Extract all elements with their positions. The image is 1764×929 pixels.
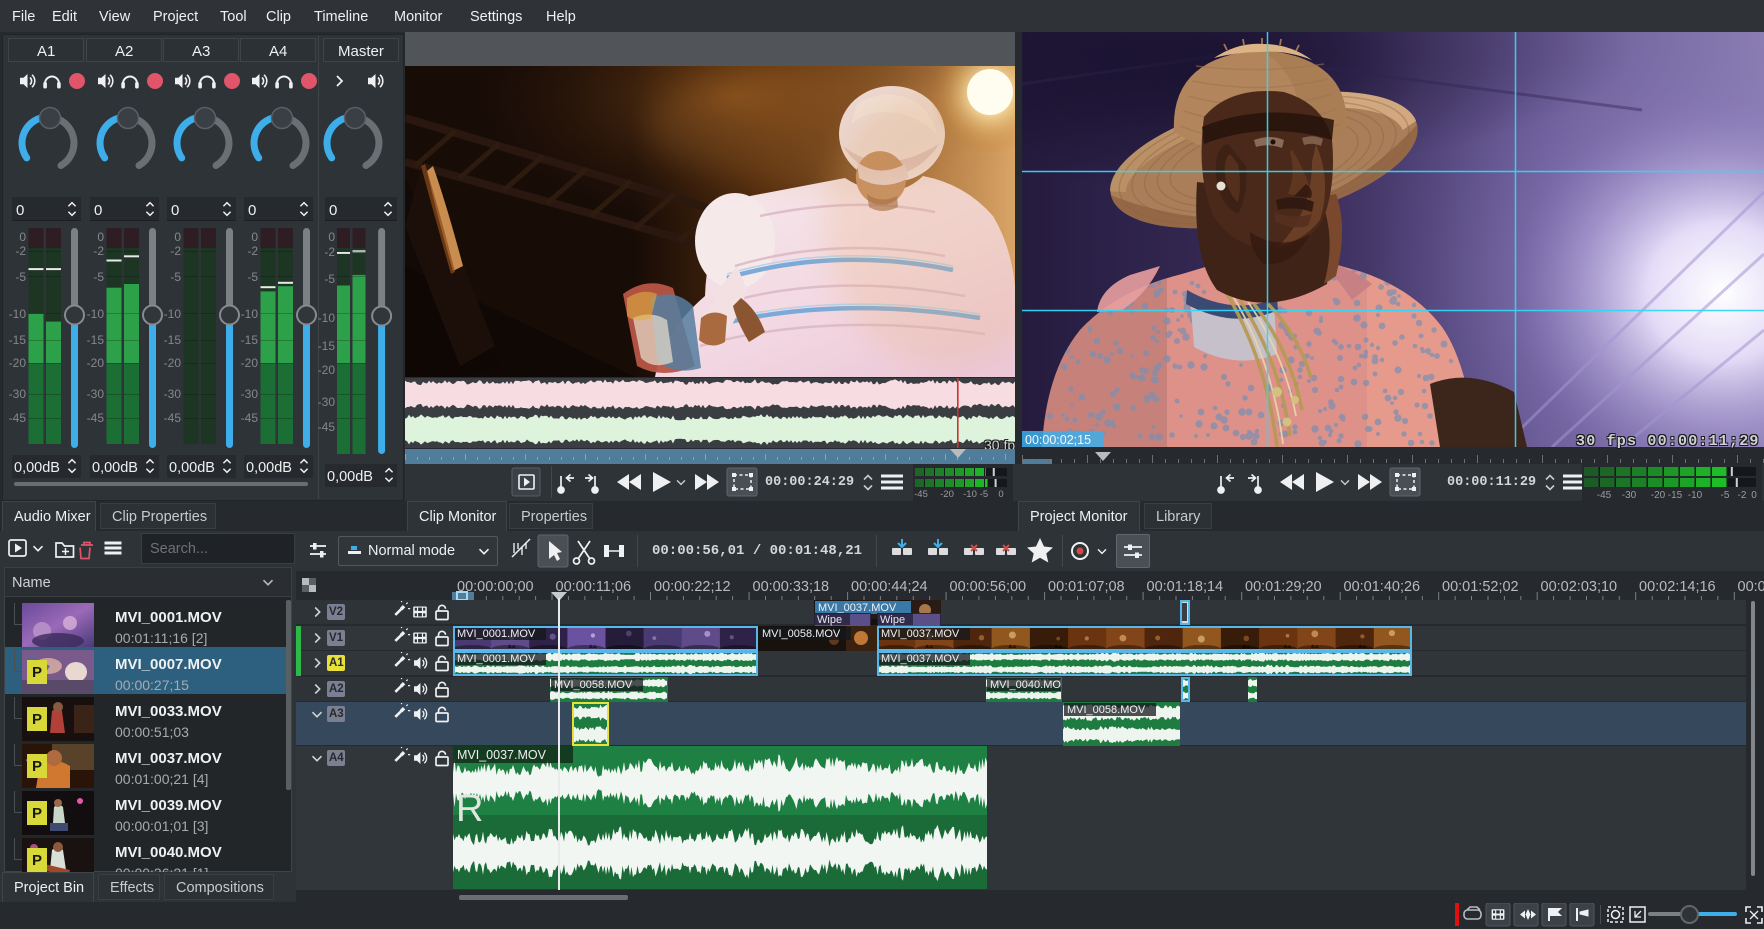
svg-text:-30: -30 (1622, 490, 1637, 501)
svg-text:0: 0 (1751, 490, 1757, 501)
svg-text:-20: -20 (940, 489, 954, 500)
svg-text:-5: -5 (1721, 490, 1730, 501)
svg-text:-10: -10 (1688, 490, 1703, 501)
svg-text:-2: -2 (1738, 490, 1747, 501)
svg-text:-15: -15 (1668, 490, 1683, 501)
svg-text:-45: -45 (914, 489, 928, 500)
svg-text:-5: -5 (980, 489, 988, 500)
svg-text:-20: -20 (1651, 490, 1666, 501)
svg-text:0: 0 (998, 489, 1003, 500)
svg-text:-45: -45 (1597, 490, 1612, 501)
svg-text:-10: -10 (963, 489, 977, 500)
